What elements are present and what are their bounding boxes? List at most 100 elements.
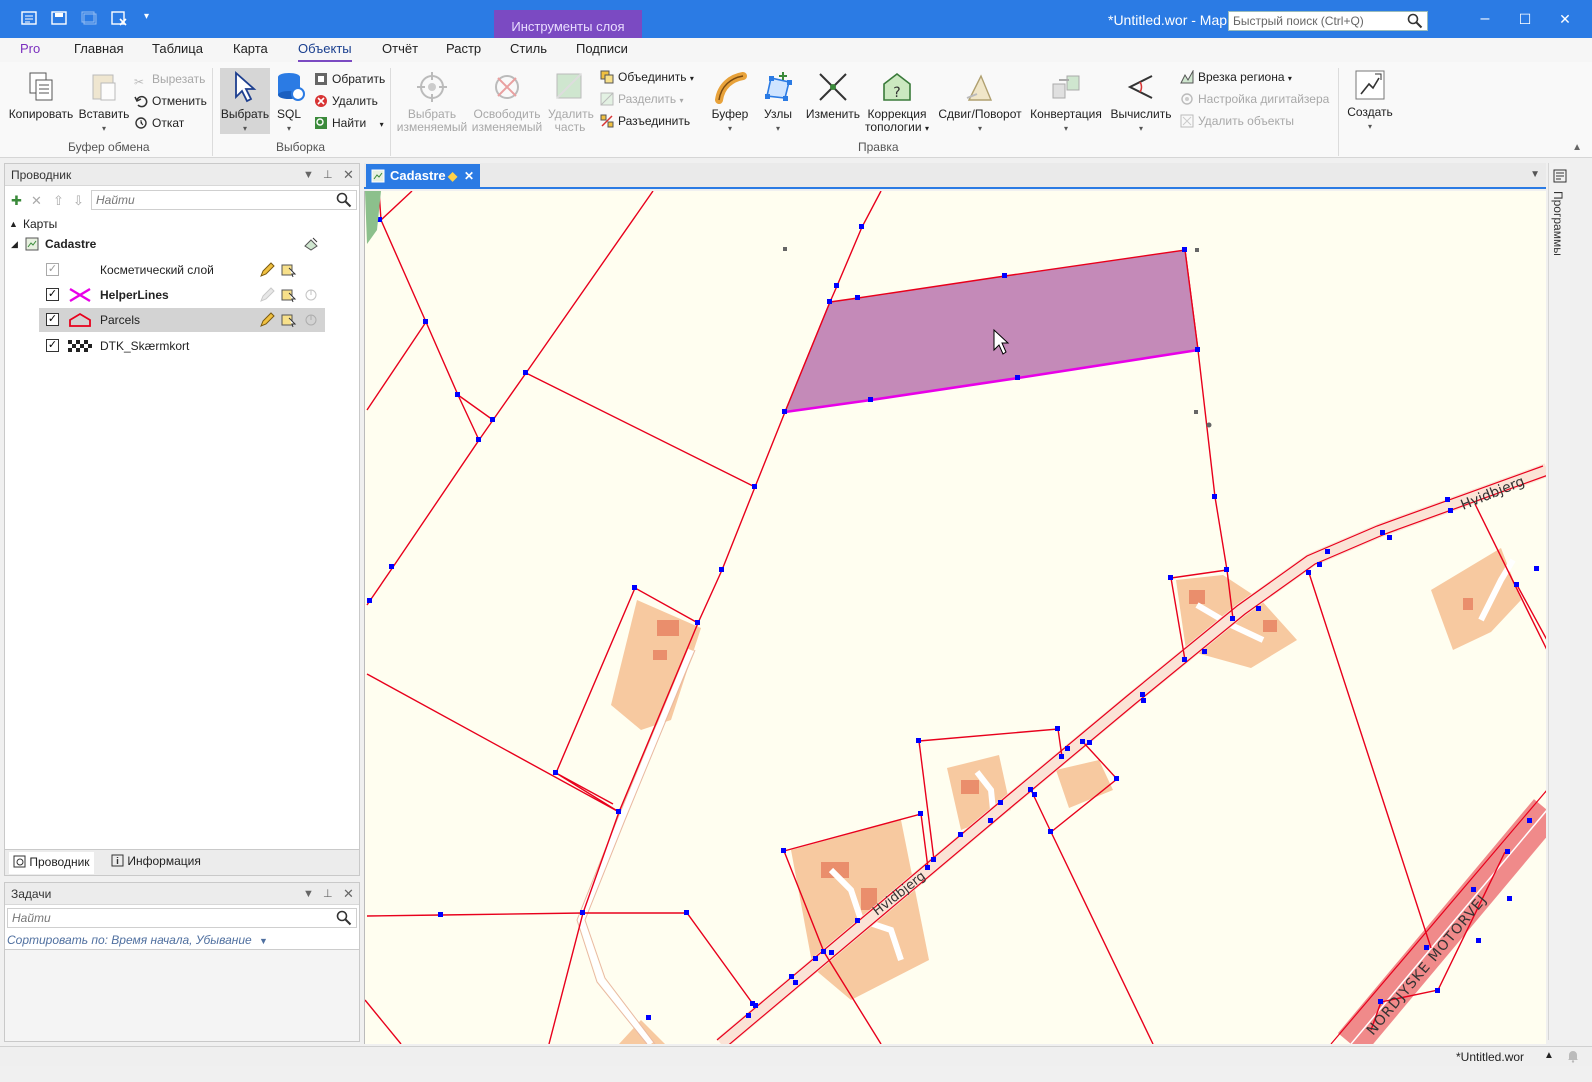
minimize-button[interactable]: – bbox=[1474, 8, 1496, 30]
quick-access-dropdown-icon[interactable]: ▾ bbox=[144, 11, 162, 27]
panel-dropdown-icon[interactable]: ▼ bbox=[303, 883, 314, 905]
topology-button[interactable]: ? Коррекция топологии ▾ bbox=[864, 70, 930, 135]
search-icon[interactable] bbox=[336, 192, 352, 208]
shift-rotate-button[interactable]: Сдвиг/Поворот ▾ bbox=[936, 70, 1024, 135]
tab-table[interactable]: Таблица bbox=[152, 41, 203, 62]
layer-control-icon[interactable] bbox=[303, 236, 319, 252]
remove-icon[interactable]: ✕ bbox=[31, 193, 42, 209]
layer-row-parcels[interactable]: ✓ Parcels bbox=[39, 308, 325, 332]
region-inset-button[interactable]: Врезка региона ▾ bbox=[1180, 68, 1292, 86]
selectable-icon[interactable] bbox=[281, 262, 297, 278]
create-button[interactable]: Создать ▾ bbox=[1346, 68, 1394, 133]
tree-map-cadastre[interactable]: ◢ Cadastre bbox=[5, 232, 359, 256]
select-button[interactable]: Выбрать ▾ bbox=[220, 68, 270, 134]
maximize-button[interactable]: ☐ bbox=[1514, 8, 1536, 30]
quick-search-input[interactable]: Быстрый поиск (Ctrl+Q) bbox=[1228, 11, 1428, 31]
tab-report[interactable]: Отчёт bbox=[382, 41, 418, 62]
tab-cadastre[interactable]: Cadastre ◆ ✕ bbox=[366, 164, 480, 188]
disaggregate-button[interactable]: Разъединить bbox=[600, 112, 690, 130]
pin-icon[interactable]: ⊥ bbox=[323, 164, 333, 186]
split-button[interactable]: Разделить ▾ bbox=[600, 90, 683, 108]
tasks-sort-dropdown[interactable]: Сортировать по: Время начала, Убывание ▼ bbox=[7, 933, 268, 947]
undo-button[interactable]: Отменить bbox=[134, 92, 207, 110]
move-down-icon[interactable]: ⇩ bbox=[73, 193, 84, 209]
selected-parcel[interactable] bbox=[783, 249, 1199, 413]
panel-close-icon[interactable]: ✕ bbox=[343, 883, 354, 905]
calculate-button[interactable]: Вычислить ▾ bbox=[1108, 70, 1174, 135]
programs-icon[interactable] bbox=[1553, 169, 1567, 183]
save-copy-icon[interactable] bbox=[80, 10, 98, 26]
close-tab-button[interactable]: ✕ bbox=[464, 164, 474, 188]
edit-pencil-icon[interactable] bbox=[259, 312, 275, 328]
layer-row-cosmetic[interactable]: ✓ Косметический слой bbox=[5, 258, 359, 282]
add-icon[interactable]: ✚ bbox=[11, 193, 22, 209]
tasks-search-input[interactable]: Найти bbox=[7, 908, 357, 928]
nodes-dropdown-icon[interactable]: ▾ bbox=[758, 122, 798, 135]
workspace-status[interactable]: *Untitled.wor bbox=[1456, 1050, 1524, 1064]
tab-objects[interactable]: Объекты bbox=[298, 41, 352, 62]
layer-row-helperlines[interactable]: ✓ HelperLines bbox=[5, 283, 359, 307]
tab-style[interactable]: Стиль bbox=[510, 41, 547, 62]
search-icon[interactable] bbox=[1407, 13, 1423, 29]
modify-button[interactable]: Изменить bbox=[804, 70, 862, 121]
tab-pro[interactable]: Pro bbox=[20, 41, 40, 62]
layer-visible-checkbox[interactable]: ✓ bbox=[46, 288, 59, 301]
create-dropdown-icon[interactable]: ▾ bbox=[1346, 120, 1394, 133]
edit-pencil-icon[interactable] bbox=[259, 262, 275, 278]
tab-explorer[interactable]: Проводник bbox=[9, 852, 94, 874]
tab-map[interactable]: Карта bbox=[233, 41, 268, 62]
close-window-button[interactable]: ✕ bbox=[1554, 8, 1576, 30]
layer-visible-checkbox[interactable]: ✓ bbox=[46, 313, 59, 326]
convert-dropdown-icon[interactable]: ▾ bbox=[1030, 122, 1102, 135]
layer-visible-checkbox[interactable]: ✓ bbox=[46, 339, 59, 352]
release-editable-button[interactable]: Освободить изменяемый bbox=[470, 70, 544, 134]
edit-pencil-icon[interactable] bbox=[259, 287, 275, 303]
topology-dropdown-icon[interactable]: ▾ bbox=[925, 124, 929, 133]
buffer-button[interactable]: Буфер ▾ bbox=[710, 70, 750, 135]
tab-labels[interactable]: Подписи bbox=[576, 41, 628, 62]
convert-button[interactable]: Конвертация ▾ bbox=[1030, 70, 1102, 135]
chevron-up-icon[interactable]: ▲ bbox=[1544, 1050, 1554, 1061]
cut-button[interactable]: ✂ Вырезать bbox=[134, 70, 205, 89]
nodes-button[interactable]: Узлы ▾ bbox=[758, 70, 798, 135]
tab-home[interactable]: Главная bbox=[74, 41, 123, 62]
shift-rotate-dropdown-icon[interactable]: ▾ bbox=[936, 122, 1024, 135]
find-button[interactable]: Найти ▾ bbox=[314, 114, 384, 132]
delete-button[interactable]: Удалить bbox=[314, 92, 378, 110]
tab-information[interactable]: Информация bbox=[111, 854, 201, 868]
region-inset-dropdown-icon[interactable]: ▾ bbox=[1288, 74, 1292, 83]
sql-dropdown-icon[interactable]: ▾ bbox=[274, 122, 304, 135]
save-workspace-icon[interactable] bbox=[50, 10, 68, 26]
snap-icon[interactable] bbox=[303, 287, 319, 303]
find-dropdown-icon[interactable]: ▾ bbox=[380, 120, 384, 129]
map-canvas[interactable]: Hvidbjerg Hvidbjerg NORDJYSKE MOTORVEJ bbox=[364, 191, 1546, 1044]
panel-close-icon[interactable]: ✕ bbox=[343, 164, 354, 186]
notification-bell-icon[interactable] bbox=[1566, 1049, 1580, 1063]
digitizer-setup-button[interactable]: Настройка дигитайзера bbox=[1180, 90, 1329, 108]
delete-objects-button[interactable]: Удалить объекты bbox=[1180, 112, 1294, 130]
panel-dropdown-icon[interactable]: ▼ bbox=[303, 164, 314, 186]
paste-dropdown-icon[interactable]: ▾ bbox=[78, 122, 130, 135]
expand-icon[interactable]: ◢ bbox=[11, 232, 18, 256]
selectable-icon[interactable] bbox=[281, 312, 297, 328]
selectable-icon[interactable] bbox=[281, 287, 297, 303]
layer-visible-checkbox[interactable]: ✓ bbox=[46, 263, 59, 276]
programs-tab[interactable]: Программы bbox=[1551, 191, 1565, 256]
explorer-search-input[interactable]: Найти bbox=[91, 190, 357, 210]
collapse-ribbon-icon[interactable]: ▲ bbox=[1572, 142, 1582, 153]
layer-row-dtk[interactable]: ✓ DTK_Skærmkort bbox=[5, 334, 359, 358]
rollback-button[interactable]: Откат bbox=[134, 114, 184, 132]
search-icon[interactable] bbox=[336, 910, 352, 926]
select-dropdown-icon[interactable]: ▾ bbox=[220, 122, 270, 135]
split-dropdown-icon[interactable]: ▾ bbox=[679, 96, 683, 105]
select-editable-button[interactable]: Выбрать изменяемый bbox=[396, 70, 468, 134]
move-up-icon[interactable]: ⇧ bbox=[53, 193, 64, 209]
combine-button[interactable]: Объединить ▾ bbox=[600, 68, 694, 86]
buffer-dropdown-icon[interactable]: ▾ bbox=[710, 122, 750, 135]
calculate-dropdown-icon[interactable]: ▾ bbox=[1108, 122, 1174, 135]
paste-button[interactable]: Вставить ▾ bbox=[78, 70, 130, 135]
copy-button[interactable]: Копировать bbox=[8, 70, 74, 121]
sql-button[interactable]: SQL ▾ bbox=[274, 70, 305, 135]
close-table-icon[interactable] bbox=[110, 10, 128, 26]
invert-button[interactable]: Обратить bbox=[314, 70, 385, 88]
